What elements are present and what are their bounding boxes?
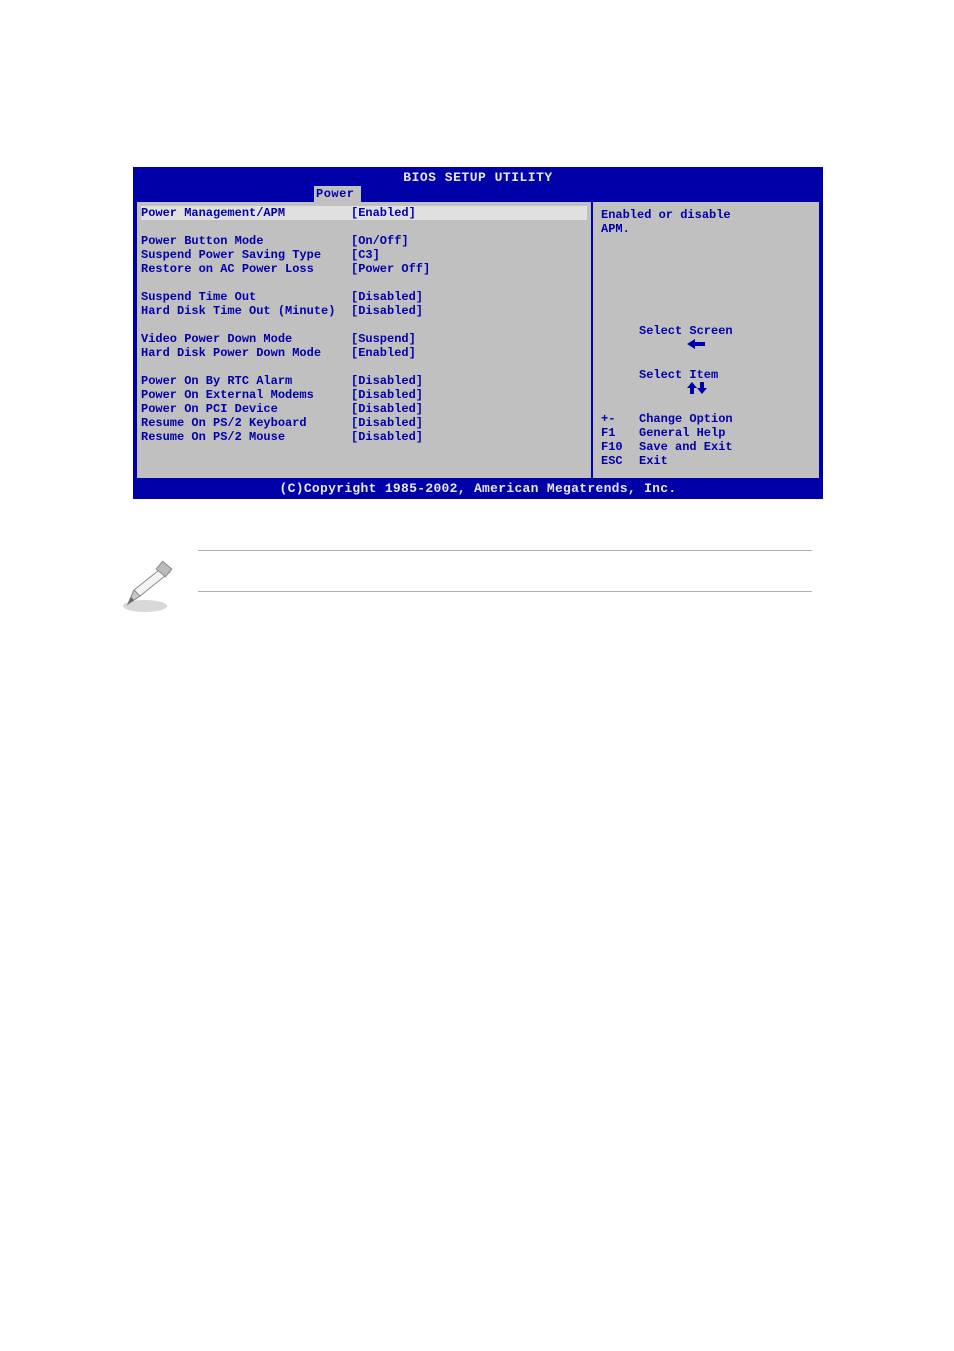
help-pane: Enabled or disable APM. Select Screen Se… — [591, 202, 819, 478]
nav-desc: Select Item — [639, 368, 718, 412]
help-text-line1: Enabled or disable — [601, 208, 811, 222]
nav-change-option: +- Change Option — [601, 412, 811, 426]
setting-value: [Disabled] — [351, 416, 587, 430]
nav-desc: Select Screen — [639, 324, 733, 368]
nav-select-item: Select Item — [601, 368, 811, 412]
bios-title: BIOS SETUP UTILITY — [134, 168, 822, 186]
setting-power-on-by-rtc-alarm[interactable]: Power On By RTC Alarm [Disabled] — [141, 374, 587, 388]
spacer — [141, 220, 587, 234]
pencil-note-icon — [120, 560, 175, 615]
nav-desc: Save and Exit — [639, 440, 733, 454]
copyright-bar: (C)Copyright 1985-2002, American Megatre… — [134, 480, 822, 498]
setting-value: [Disabled] — [351, 388, 587, 402]
nav-select-screen: Select Screen — [601, 324, 811, 368]
nav-desc: General Help — [639, 426, 725, 440]
bios-window: BIOS SETUP UTILITY Power Power Managemen… — [133, 167, 823, 499]
setting-value: [Power Off] — [351, 262, 587, 276]
setting-label: Power Management/APM — [141, 206, 351, 220]
nav-desc: Change Option — [639, 412, 733, 426]
setting-suspend-time-out[interactable]: Suspend Time Out [Disabled] — [141, 290, 587, 304]
setting-value: [Disabled] — [351, 374, 587, 388]
setting-label: Resume On PS/2 Keyboard — [141, 416, 351, 430]
nav-key: +- — [601, 412, 639, 426]
setting-value: [Suspend] — [351, 332, 587, 346]
setting-label: Resume On PS/2 Mouse — [141, 430, 351, 444]
setting-restore-on-ac-power-loss[interactable]: Restore on AC Power Loss [Power Off] — [141, 262, 587, 276]
spacer — [141, 276, 587, 290]
setting-label: Hard Disk Time Out (Minute) — [141, 304, 351, 318]
settings-pane: Power Management/APM [Enabled] Power But… — [137, 202, 591, 478]
setting-label: Suspend Time Out — [141, 290, 351, 304]
setting-label: Suspend Power Saving Type — [141, 248, 351, 262]
setting-label: Power On By RTC Alarm — [141, 374, 351, 388]
setting-video-power-down-mode[interactable]: Video Power Down Mode [Suspend] — [141, 332, 587, 346]
setting-label: Power On External Modems — [141, 388, 351, 402]
setting-resume-on-ps2-mouse[interactable]: Resume On PS/2 Mouse [Disabled] — [141, 430, 587, 444]
nav-exit: ESC Exit — [601, 454, 811, 468]
setting-value: [Enabled] — [351, 206, 587, 220]
setting-label: Video Power Down Mode — [141, 332, 351, 346]
setting-label: Hard Disk Power Down Mode — [141, 346, 351, 360]
setting-label: Power On PCI Device — [141, 402, 351, 416]
spacer — [141, 360, 587, 374]
arrow-updown-icon — [601, 368, 639, 412]
setting-power-on-external-modems[interactable]: Power On External Modems [Disabled] — [141, 388, 587, 402]
nav-general-help: F1 General Help — [601, 426, 811, 440]
setting-value: [Disabled] — [351, 430, 587, 444]
spacer — [141, 318, 587, 332]
setting-value: [Enabled] — [351, 346, 587, 360]
divider — [198, 550, 812, 551]
setting-value: [C3] — [351, 248, 587, 262]
setting-hard-disk-time-out[interactable]: Hard Disk Time Out (Minute) [Disabled] — [141, 304, 587, 318]
bios-body: Power Management/APM [Enabled] Power But… — [137, 202, 819, 478]
tab-power[interactable]: Power — [314, 186, 361, 202]
nav-help: Select Screen Select Item +- Change Opti… — [601, 324, 811, 468]
setting-label: Power Button Mode — [141, 234, 351, 248]
note-lines — [198, 550, 812, 592]
nav-key: F10 — [601, 440, 639, 454]
help-text-line2: APM. — [601, 222, 811, 236]
nav-key: F1 — [601, 426, 639, 440]
setting-power-management-apm[interactable]: Power Management/APM [Enabled] — [141, 206, 587, 220]
setting-value: [On/Off] — [351, 234, 587, 248]
arrow-left-icon — [601, 324, 639, 368]
setting-value: [Disabled] — [351, 304, 587, 318]
nav-key: ESC — [601, 454, 639, 468]
nav-desc: Exit — [639, 454, 668, 468]
setting-power-button-mode[interactable]: Power Button Mode [On/Off] — [141, 234, 587, 248]
setting-resume-on-ps2-keyboard[interactable]: Resume On PS/2 Keyboard [Disabled] — [141, 416, 587, 430]
setting-value: [Disabled] — [351, 402, 587, 416]
menu-tab-row: Power — [134, 186, 822, 202]
setting-label: Restore on AC Power Loss — [141, 262, 351, 276]
nav-save-and-exit: F10 Save and Exit — [601, 440, 811, 454]
setting-value: [Disabled] — [351, 290, 587, 304]
setting-hard-disk-power-down-mode[interactable]: Hard Disk Power Down Mode [Enabled] — [141, 346, 587, 360]
setting-suspend-power-saving-type[interactable]: Suspend Power Saving Type [C3] — [141, 248, 587, 262]
divider — [198, 591, 812, 592]
setting-power-on-pci-device[interactable]: Power On PCI Device [Disabled] — [141, 402, 587, 416]
